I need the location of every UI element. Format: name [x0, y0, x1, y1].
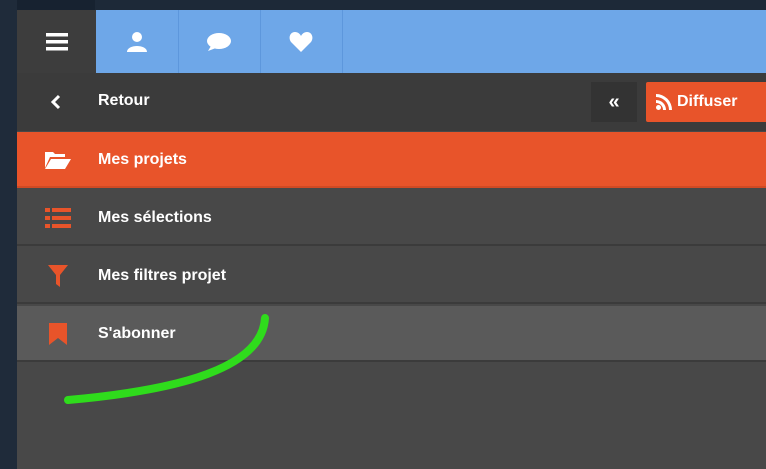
chat-tab[interactable] [178, 10, 261, 73]
menu-item-sabonner[interactable]: S'abonner [17, 306, 766, 362]
menu-item-label: Mes sélections [98, 209, 212, 226]
menu-item-label: Mes filtres projet [98, 267, 227, 284]
menu-item-label: Mes projets [98, 151, 187, 168]
header-row: Retour « Diffuser [17, 73, 766, 131]
top-toolbar [17, 10, 766, 73]
side-menu-panel: Retour « Diffuser Mes projets Mes sélect… [17, 10, 766, 469]
user-tab[interactable] [96, 10, 179, 73]
folder-open-icon [45, 149, 71, 171]
heart-icon [289, 31, 313, 52]
diffuser-button[interactable]: Diffuser [646, 82, 766, 122]
filter-icon [45, 265, 71, 287]
bookmark-icon [45, 323, 71, 345]
collapse-button[interactable]: « [591, 82, 637, 122]
diffuser-label: Diffuser [677, 93, 738, 110]
menu-item-mes-projets[interactable]: Mes projets [17, 132, 766, 188]
screen-top-edge [0, 0, 766, 10]
heart-tab[interactable] [260, 10, 343, 73]
hamburger-icon [45, 32, 68, 50]
chat-icon [207, 32, 231, 51]
menu-item-label: S'abonner [98, 325, 176, 342]
hamburger-menu-button[interactable] [17, 10, 96, 73]
back-link[interactable]: Retour [98, 92, 150, 110]
screen-left-edge [0, 0, 17, 469]
rss-icon [656, 94, 672, 110]
list-icon [45, 207, 71, 229]
double-chevron-left-icon: « [608, 90, 620, 113]
chevron-left-icon[interactable] [45, 91, 67, 113]
menu-item-mes-filtres-projet[interactable]: Mes filtres projet [17, 248, 766, 304]
user-icon [127, 31, 147, 52]
menu-item-mes-selections[interactable]: Mes sélections [17, 190, 766, 246]
